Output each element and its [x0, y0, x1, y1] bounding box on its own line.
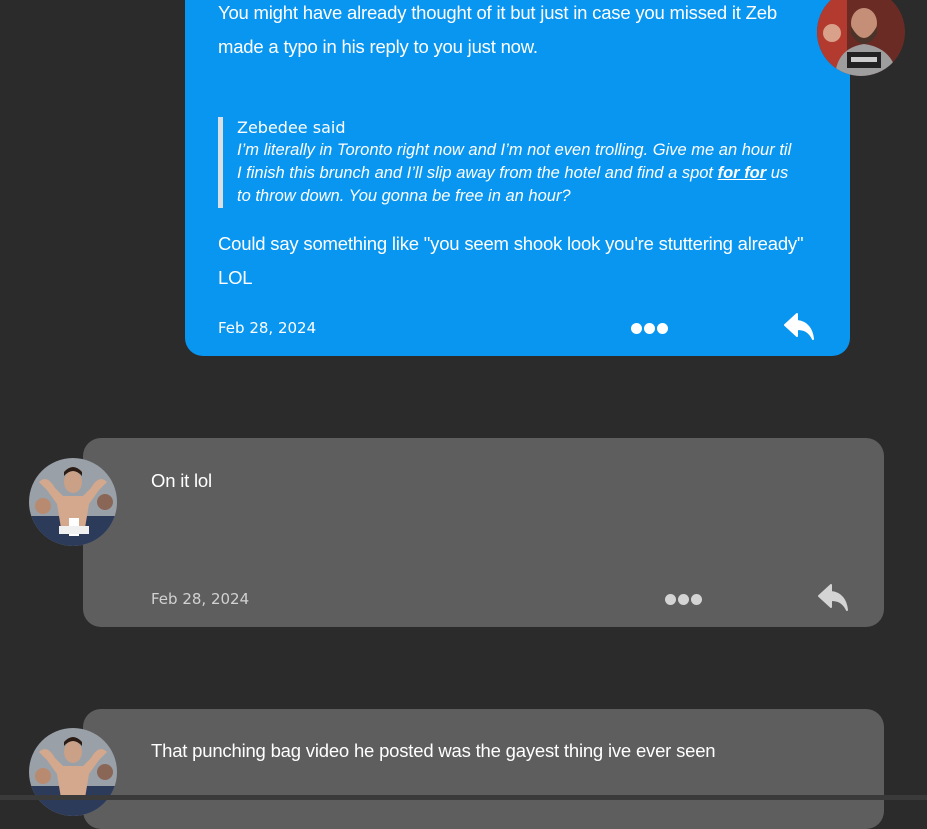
message-bubble-other: That punching bag video he posted was th…: [83, 709, 884, 829]
reply-arrow-icon[interactable]: [818, 583, 850, 618]
message-text: On it lol: [151, 470, 212, 491]
message-text-outro: Could say something like "you seem shook…: [218, 233, 804, 288]
quote-author: Zebedee said: [237, 118, 346, 137]
quote-text: I’m literally in Toronto right now and I…: [237, 141, 792, 205]
message-text: That punching bag video he posted was th…: [151, 740, 716, 761]
reply-arrow-icon[interactable]: [784, 312, 816, 347]
avatar[interactable]: [29, 458, 117, 546]
bottom-bar: [0, 795, 927, 800]
message-bubble-other: On it lol Feb 28, 2024: [83, 438, 884, 627]
quote-emphasis: for for: [717, 164, 767, 182]
message-date: Feb 28, 2024: [151, 590, 250, 608]
more-dots-icon[interactable]: [665, 594, 702, 605]
message-date: Feb 28, 2024: [218, 319, 317, 337]
bodybuilder-avatar: [29, 458, 117, 546]
avatar[interactable]: [29, 728, 117, 816]
message-text-intro: You might have already thought of it but…: [218, 2, 777, 57]
quote-block: Zebedee said I’m literally in Toronto ri…: [218, 117, 797, 208]
bodybuilder-avatar: [29, 728, 117, 816]
more-dots-icon[interactable]: [631, 323, 668, 334]
